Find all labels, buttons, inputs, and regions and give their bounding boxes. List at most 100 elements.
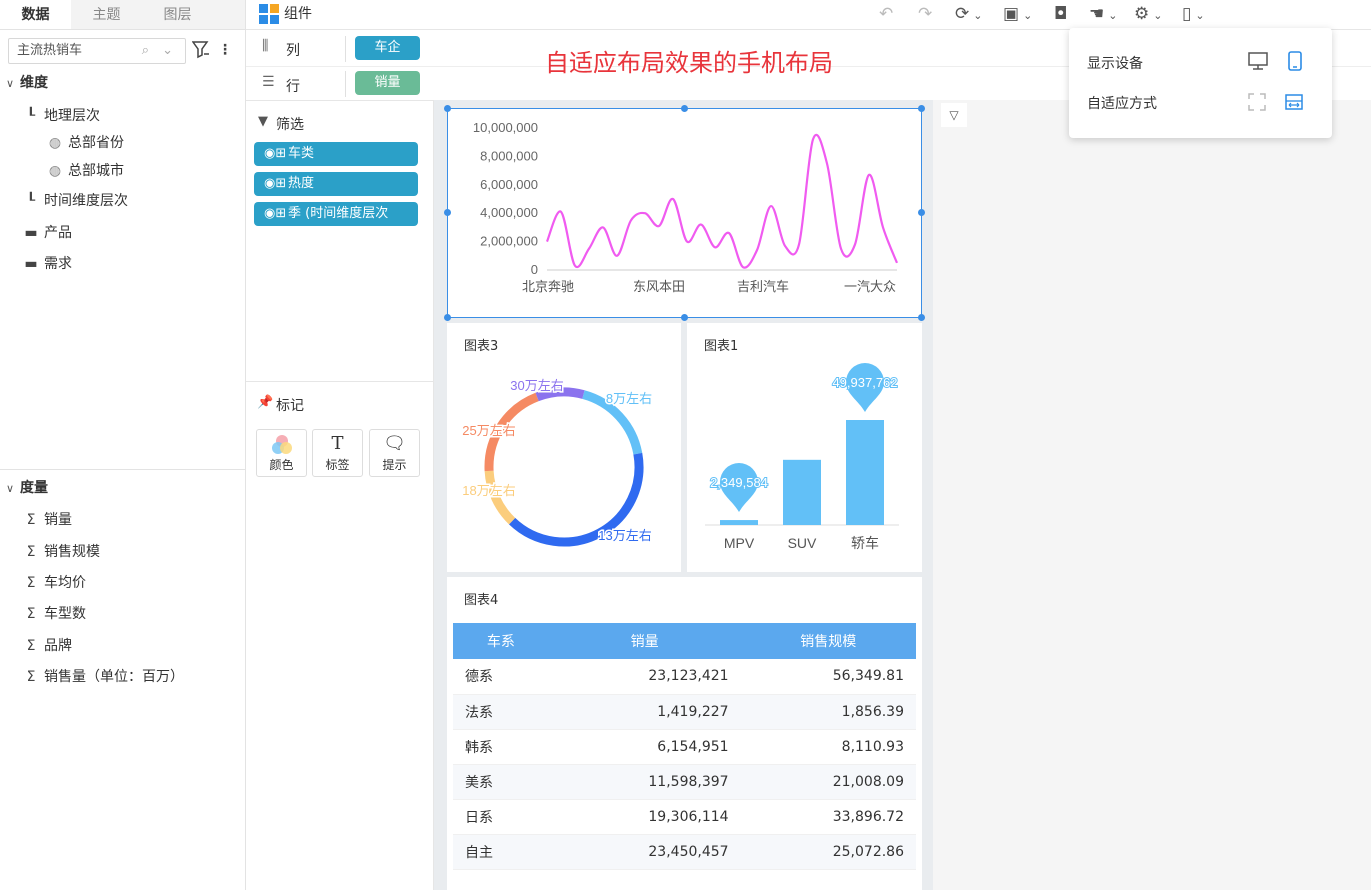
resize-handle[interactable] — [681, 105, 688, 112]
slice-label: 25万左右 — [462, 423, 515, 438]
tree-item-sales-million[interactable]: Σ 销售量（单位：百万） — [22, 665, 184, 689]
dimension-section-header[interactable]: ∨ 维度 — [0, 71, 48, 95]
mark-color-button[interactable]: 颜色 — [256, 429, 307, 477]
canvas-filter-icon[interactable]: ▽ — [941, 103, 967, 127]
refresh-icon[interactable]: ⟳ ⌄ — [955, 2, 982, 26]
calc-sigma-icon: Σ — [26, 669, 36, 685]
table-header-cell[interactable]: 销售规模 — [740, 623, 916, 659]
desktop-monitor-icon[interactable] — [1247, 50, 1269, 72]
tree-item-sales[interactable]: Σ 销量 — [22, 508, 72, 532]
shelf-bottom-divider — [246, 100, 434, 101]
slice-label: 8万左右 — [606, 391, 652, 406]
filter-title: 筛选 — [276, 117, 304, 133]
mobile-phone-icon[interactable] — [1284, 50, 1306, 72]
resize-handle[interactable] — [444, 314, 451, 321]
tree-item-product[interactable]: ▬ 产品 — [22, 221, 72, 245]
columns-icon: ⫼ — [262, 38, 269, 54]
tree-item-brand[interactable]: Σ 品牌 — [22, 634, 72, 658]
measure-section-header[interactable]: ∨ 度量 — [0, 476, 48, 500]
resize-handle[interactable] — [444, 209, 451, 216]
chevron-down-icon: ∨ — [5, 77, 15, 90]
hierarchy-filter-icon: ◉⊞ — [264, 176, 287, 191]
mobile-device-icon[interactable]: ▯ ⌄ — [1182, 2, 1205, 26]
tree-item-label: 销售量（单位：百万） — [44, 669, 184, 685]
tab-data[interactable]: 数据 — [0, 0, 71, 29]
tree-item-label: 地理层次 — [44, 108, 100, 124]
chart4-title: 图表4 — [464, 593, 499, 608]
display-device-label: 显示设备 — [1087, 56, 1143, 72]
resize-handle[interactable] — [681, 314, 688, 321]
resize-handle[interactable] — [918, 105, 925, 112]
tree-item-avg-price[interactable]: Σ 车均价 — [22, 571, 86, 595]
tree-item-model-count[interactable]: Σ 车型数 — [22, 602, 86, 626]
tab-theme[interactable]: 主题 — [71, 0, 142, 29]
component-label[interactable]: 组件 — [284, 2, 312, 26]
tab-layer[interactable]: 图层 — [142, 0, 213, 29]
table-cell: 56,349.81 — [740, 659, 916, 695]
table-header-cell[interactable]: 销量 — [548, 623, 741, 659]
tabs-spacer — [213, 0, 245, 29]
resize-handle[interactable] — [444, 105, 451, 112]
chevron-down-icon[interactable]: ⌄ — [162, 39, 173, 63]
mark-tooltip-button[interactable]: 🗨 提示 — [369, 429, 420, 477]
bar — [846, 420, 884, 525]
globe-icon: ◍ — [48, 135, 62, 151]
columns-label: 列 — [286, 43, 300, 59]
tree-item-sales-scale[interactable]: Σ 销售规模 — [22, 540, 100, 564]
folder-icon: ▬ — [24, 256, 38, 272]
more-icon[interactable]: ⋮ — [218, 38, 232, 62]
x-tick-label: 轿车 — [851, 535, 879, 551]
hierarchy-filter-icon: ◉⊞ — [264, 146, 287, 161]
hierarchy-filter-icon: ◉⊞ — [264, 206, 287, 221]
sigma-icon: Σ — [26, 512, 36, 528]
tree-item-demand[interactable]: ▬ 需求 — [22, 252, 72, 276]
save-icon[interactable]: ▣ ⌄ — [1003, 2, 1032, 26]
settings-gear-icon[interactable]: ⚙ ⌄ — [1134, 2, 1162, 26]
filter-field-icon[interactable] — [191, 38, 210, 62]
preview-icon[interactable]: ◘ — [1054, 2, 1067, 26]
table-header-row: 车系 销量 销售规模 — [453, 623, 916, 659]
table-row: 自主 23,450,457 25,072.86 — [453, 834, 916, 870]
table-header-cell[interactable]: 车系 — [453, 623, 549, 659]
resize-handle[interactable] — [918, 209, 925, 216]
table-row: 法系 1,419,227 1,856.39 — [453, 694, 916, 730]
tree-item-hq-city[interactable]: ◍ 总部城市 — [46, 159, 124, 183]
y-tick-label: 0 — [531, 262, 538, 277]
bar-chart: MPV 2,349,584 SUV 轿车 49,937,762 — [705, 363, 899, 551]
filter-chip-popularity[interactable]: ◉⊞ 热度 — [254, 172, 418, 196]
mark-title: 标记 — [276, 398, 304, 414]
filter-chip-quarter[interactable]: ◉⊞ 季 (时间维度层次 — [254, 202, 418, 226]
undo-icon[interactable]: ↶ — [879, 2, 893, 26]
tree-item-hq-province[interactable]: ◍ 总部省份 — [46, 131, 124, 155]
tree-item-time-hierarchy[interactable]: ┖ 时间维度层次 — [22, 189, 128, 213]
line-chart: 10,000,000 8,000,000 6,000,000 4,000,000 2,0… — [473, 120, 899, 294]
tree-item-geo-hierarchy[interactable]: ┖ 地理层次 — [22, 104, 100, 128]
fit-width-icon[interactable] — [1283, 91, 1305, 113]
x-tick-label: 北京奔驰 — [522, 279, 574, 294]
panel-tabs: 数据 主题 图层 — [0, 0, 245, 30]
mark-label: 颜色 — [269, 458, 294, 472]
dataset-selector[interactable]: 主流热销车 ⌕ ⌄ — [8, 38, 186, 64]
table-cell: 6,154,951 — [548, 729, 741, 765]
table-row: 德系 23,123,421 56,349.81 — [453, 659, 916, 695]
filter-chip-car-type[interactable]: ◉⊞ 车类 — [254, 142, 418, 166]
interaction-hand-icon[interactable]: ☚ ⌄ — [1089, 2, 1117, 26]
x-tick-label: MPV — [724, 535, 755, 551]
shelf-divider — [345, 36, 346, 62]
fit-expand-icon[interactable] — [1246, 91, 1268, 113]
section-divider — [0, 469, 245, 470]
redo-icon[interactable]: ↷ — [918, 2, 932, 26]
row-field-pill[interactable]: 销量 — [355, 71, 420, 95]
y-tick-label: 8,000,000 — [480, 148, 538, 163]
y-tick-label: 10,000,000 — [473, 120, 538, 135]
search-icon[interactable]: ⌕ — [142, 39, 149, 63]
slice-label: 13万左右 — [598, 528, 651, 543]
resize-handle[interactable] — [918, 314, 925, 321]
sigma-icon: Σ — [26, 544, 36, 560]
dimension-title: 维度 — [20, 75, 48, 91]
mark-label-button[interactable]: T 标签 — [312, 429, 363, 477]
tree-item-label: 车均价 — [44, 575, 86, 591]
column-field-pill[interactable]: 车企 — [355, 36, 420, 60]
y-tick-label: 2,000,000 — [480, 234, 538, 249]
layout-annotation: 自适应布局效果的手机布局 — [545, 49, 833, 77]
